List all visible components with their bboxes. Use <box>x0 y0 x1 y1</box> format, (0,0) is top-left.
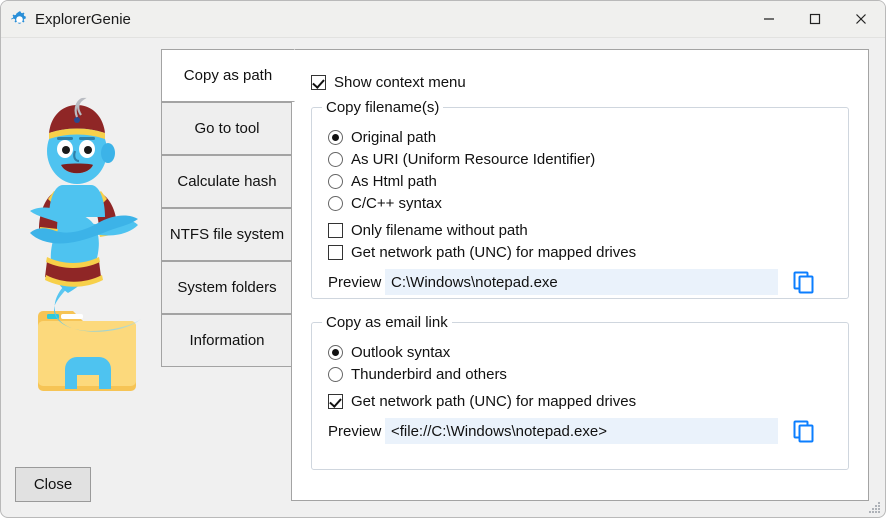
radio-thunderbird-and-others[interactable] <box>328 367 343 382</box>
copy-email-link-button[interactable] <box>790 418 816 444</box>
checkbox-only-filename-without-path[interactable] <box>328 223 343 238</box>
filenames-preview-label: Preview <box>328 274 382 291</box>
close-button[interactable]: Close <box>15 467 91 502</box>
radio-c-cpp-syntax-label: C/C++ syntax <box>351 195 442 212</box>
title-bar: ExplorerGenie <box>1 1 885 38</box>
copy-icon <box>793 271 814 294</box>
maximize-icon <box>809 13 821 25</box>
copy-email-link-group: Copy as email link Outlook syntax Thunde… <box>311 314 849 470</box>
tab-ntfs-file-system[interactable]: NTFS file system <box>161 208 293 261</box>
tab-content-panel: Show context menu Copy filename(s) Origi… <box>291 49 869 501</box>
show-context-menu-checkbox[interactable] <box>311 75 326 90</box>
filenames-preview-field[interactable] <box>385 269 778 295</box>
radio-as-uri[interactable] <box>328 152 343 167</box>
window-title: ExplorerGenie <box>35 11 131 28</box>
email-preview-label: Preview <box>328 423 382 440</box>
gear-icon <box>10 10 29 29</box>
checkbox-unc-path-email-label: Get network path (UNC) for mapped drives <box>351 393 637 410</box>
close-window-button[interactable] <box>838 1 884 37</box>
checkbox-unc-path-filenames[interactable] <box>328 245 343 260</box>
tab-calculate-hash[interactable]: Calculate hash <box>161 155 293 208</box>
show-context-menu-label: Show context menu <box>334 74 466 91</box>
copy-filenames-group-title: Copy filename(s) <box>322 99 444 116</box>
checkbox-unc-path-filenames-label: Get network path (UNC) for mapped drives <box>351 244 637 261</box>
resize-grip-icon <box>869 502 880 513</box>
radio-thunderbird-and-others-label: Thunderbird and others <box>351 366 507 383</box>
email-preview-field[interactable] <box>385 418 778 444</box>
radio-original-path[interactable] <box>328 130 343 145</box>
copy-icon <box>793 420 814 443</box>
radio-as-uri-label: As URI (Uniform Resource Identifier) <box>351 151 596 168</box>
tab-copy-as-path[interactable]: Copy as path <box>161 49 295 102</box>
radio-c-cpp-syntax[interactable] <box>328 196 343 211</box>
minimize-button[interactable] <box>746 1 792 37</box>
copy-email-link-group-title: Copy as email link <box>322 314 452 331</box>
radio-as-html-path-label: As Html path <box>351 173 437 190</box>
radio-outlook-syntax-label: Outlook syntax <box>351 344 451 361</box>
close-icon <box>856 14 866 24</box>
copy-filenames-group: Copy filename(s) Original path As URI (U… <box>311 99 849 299</box>
radio-as-html-path[interactable] <box>328 174 343 189</box>
copy-filenames-button[interactable] <box>790 269 816 295</box>
genie-mascot-illustration <box>13 93 161 409</box>
radio-outlook-syntax[interactable] <box>328 345 343 360</box>
tab-strip: Copy as path Go to tool Calculate hash N… <box>161 49 295 369</box>
tab-information[interactable]: Information <box>161 314 293 367</box>
minimize-icon <box>764 18 774 20</box>
tab-system-folders[interactable]: System folders <box>161 261 293 314</box>
checkbox-unc-path-email[interactable] <box>328 394 343 409</box>
maximize-button[interactable] <box>792 1 838 37</box>
tab-go-to-tool[interactable]: Go to tool <box>161 102 293 155</box>
application-window: ExplorerGenie Close Copy as path Go to t… <box>0 0 886 518</box>
radio-original-path-label: Original path <box>351 129 437 146</box>
resize-grip[interactable] <box>867 500 881 514</box>
checkbox-only-filename-without-path-label: Only filename without path <box>351 222 528 239</box>
